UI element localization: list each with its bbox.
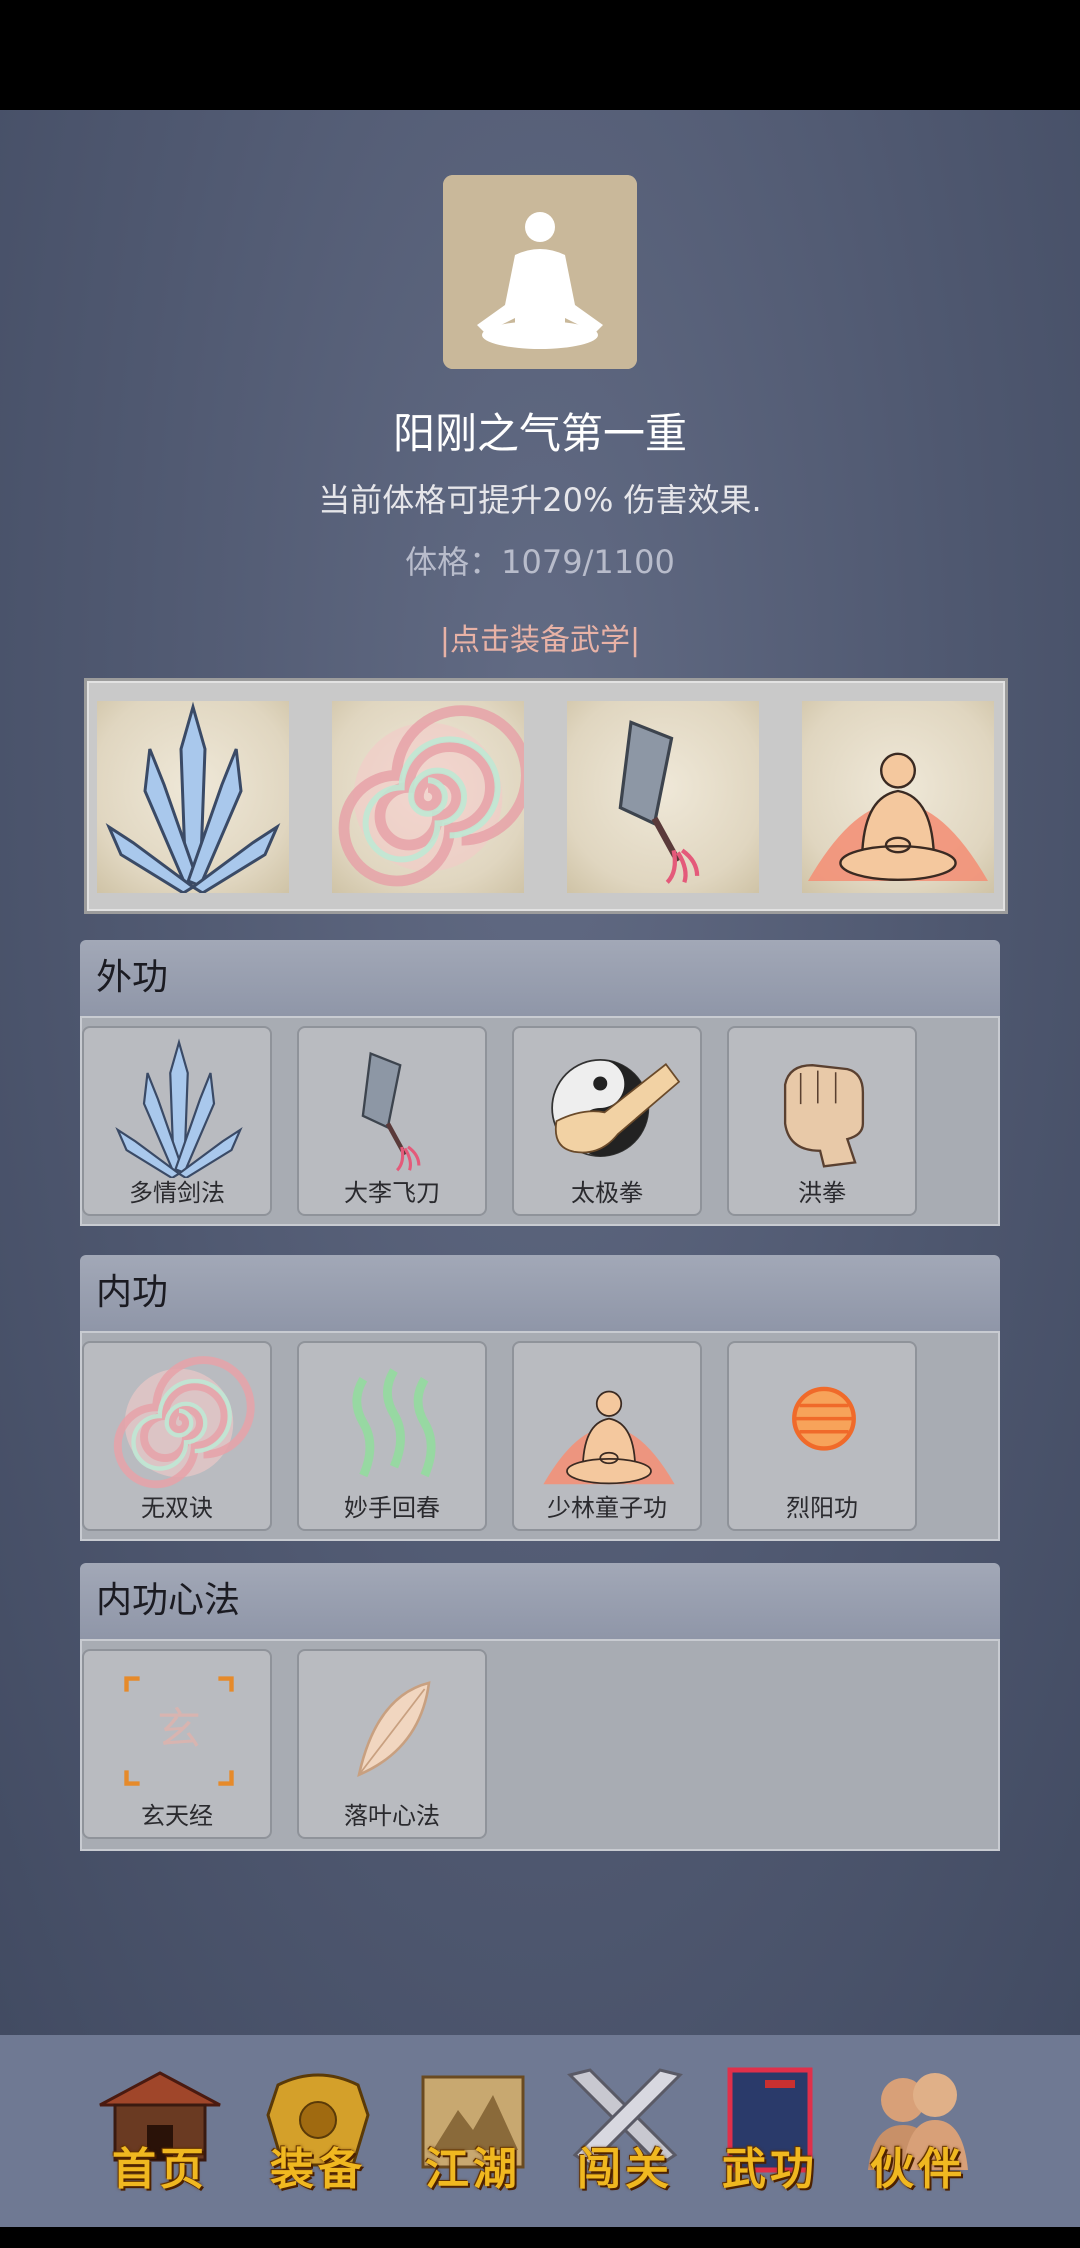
nav-martial-arts[interactable]: 武功: [705, 2065, 835, 2195]
yin-yang-fist-icon: [551, 1059, 680, 1157]
wugong-screen: 阳刚之气第一重 当前体格可提升20% 伤害效果. 体格：1079/1100 |点…: [0, 110, 1080, 2227]
sword-fan-icon: [116, 1041, 242, 1178]
skill-card[interactable]: 太极拳: [512, 1026, 702, 1216]
skill-list: 玄天经 落叶心法: [80, 1639, 1000, 1851]
flying-knife-icon: [314, 1038, 474, 1178]
nav-jianghu[interactable]: 江湖: [408, 2065, 538, 2195]
nav-home[interactable]: 首页: [95, 2065, 225, 2195]
skill-card[interactable]: 少林童子功: [512, 1341, 702, 1531]
nav-equipment[interactable]: 装备: [253, 2065, 383, 2195]
section-waigong: 外功 多情剑法 大李飞刀 太极拳 洪拳: [80, 940, 1000, 1226]
skill-card[interactable]: 大李飞刀: [297, 1026, 487, 1216]
equip-skill-hint[interactable]: |点击装备武学|: [0, 615, 1080, 659]
constitution-stat: 体格：1079/1100: [405, 543, 675, 581]
skill-label: 大李飞刀: [344, 1179, 440, 1207]
meditation-silhouette-icon: [443, 175, 637, 369]
leaf-icon: [357, 1681, 431, 1777]
spiral-icon: [332, 701, 524, 893]
bottom-nav: 首页 装备 江湖 闯关 武功 伙伴: [0, 2035, 1080, 2227]
section-title: 内功: [80, 1255, 1000, 1331]
equipped-slot-4[interactable]: [802, 701, 994, 893]
xuan-scroll-icon: [99, 1661, 259, 1801]
cultivation-description: 当前体格可提升20% 伤害效果.: [318, 481, 762, 519]
section-xinfa: 内功心法 玄天经 落叶心法: [80, 1563, 1000, 1851]
nav-partners[interactable]: 伙伴: [853, 2065, 983, 2195]
fist-icon: [783, 1064, 865, 1168]
skill-label: 少林童子功: [547, 1494, 667, 1522]
skill-card[interactable]: 烈阳功: [727, 1341, 917, 1531]
skill-label: 洪拳: [798, 1179, 846, 1207]
equipped-slot-2[interactable]: [332, 701, 524, 893]
skill-card[interactable]: 落叶心法: [297, 1649, 487, 1839]
section-title: 内功心法: [80, 1563, 1000, 1639]
nav-label: 首页: [112, 2144, 208, 2195]
skill-label: 妙手回春: [344, 1494, 440, 1522]
skill-card[interactable]: 妙手回春: [297, 1341, 487, 1531]
equipped-slot-1[interactable]: [97, 701, 289, 895]
spiral-icon: [99, 1353, 259, 1493]
nav-label: 装备: [270, 2144, 366, 2195]
skill-card[interactable]: 无双诀: [82, 1341, 272, 1531]
meditating-monk-icon: [542, 1390, 676, 1486]
sword-fan-icon: [107, 705, 279, 895]
skill-label: 多情剑法: [129, 1179, 225, 1207]
skill-label: 烈阳功: [786, 1494, 858, 1522]
equipped-slot-3[interactable]: [567, 701, 759, 893]
nav-label: 伙伴: [870, 2144, 966, 2195]
meditating-monk-icon: [806, 752, 990, 883]
nav-label: 江湖: [425, 2144, 521, 2195]
skill-label: 落叶心法: [344, 1802, 440, 1830]
skill-list: 多情剑法 大李飞刀 太极拳 洪拳: [80, 1016, 1000, 1226]
cultivation-title: 阳刚之气第一重: [392, 409, 687, 458]
skill-label: 太极拳: [571, 1179, 643, 1207]
skill-card[interactable]: 洪拳: [727, 1026, 917, 1216]
section-title: 外功: [80, 940, 1000, 1016]
nav-label: 闯关: [577, 2144, 673, 2195]
cultivation-avatar: [443, 175, 637, 369]
flying-knife-icon: [567, 701, 759, 893]
skill-card[interactable]: 多情剑法: [82, 1026, 272, 1216]
healing-waves-icon: [314, 1353, 474, 1493]
skill-card[interactable]: 玄天经: [82, 1649, 272, 1839]
equipped-skills-bar: [84, 678, 1008, 914]
section-neigong: 内功 无双诀 妙手回春 少林童子功 烈阳功: [80, 1255, 1000, 1541]
skill-label: 无双诀: [141, 1494, 213, 1522]
nav-label: 武功: [722, 2144, 818, 2195]
skill-label: 玄天经: [141, 1802, 213, 1830]
skill-list: 无双诀 妙手回春 少林童子功 烈阳功: [80, 1331, 1000, 1541]
nav-challenge[interactable]: 闯关: [560, 2065, 690, 2195]
fire-orb-icon: [744, 1353, 904, 1493]
